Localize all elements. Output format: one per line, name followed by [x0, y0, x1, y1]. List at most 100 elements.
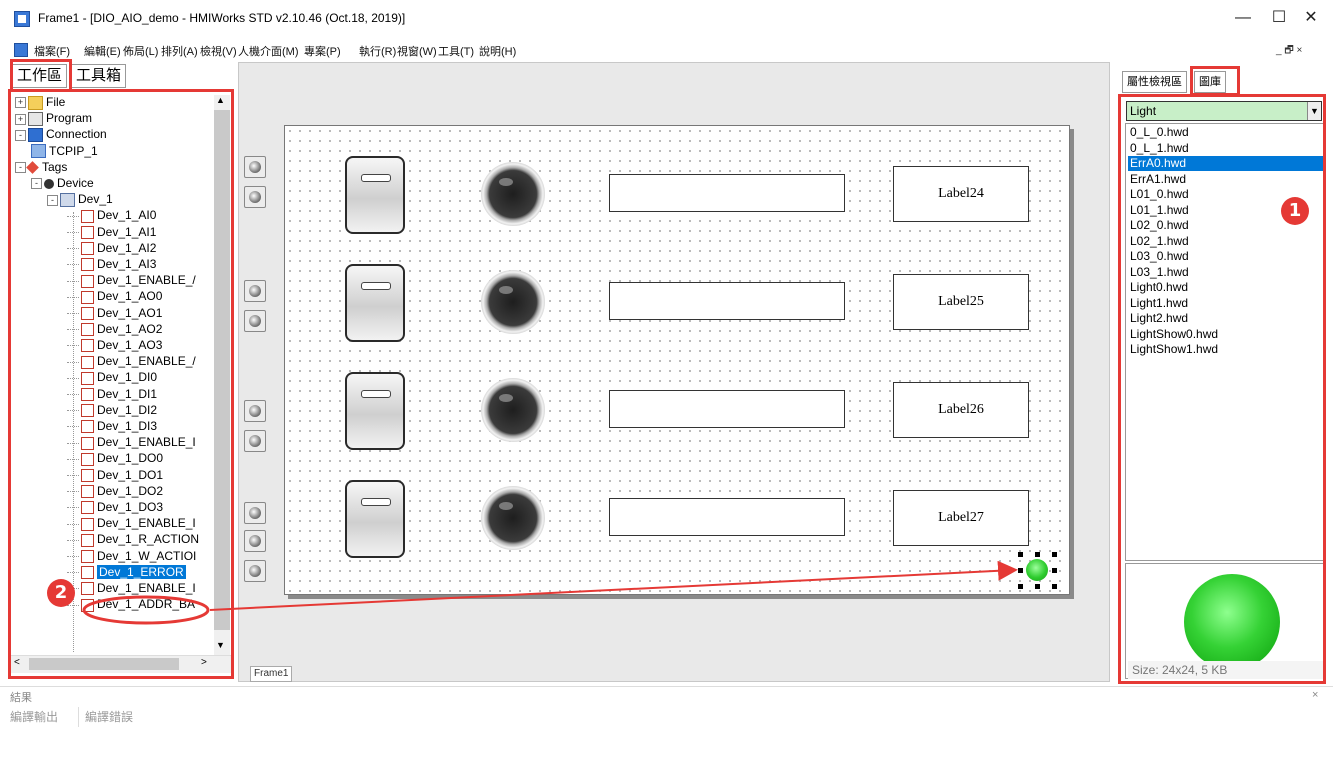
resize-handle[interactable]	[1052, 552, 1057, 557]
mdi-controls[interactable]: _ 🗗 ×	[1276, 43, 1302, 60]
tree-item[interactable]: Dev_1_DO2	[67, 483, 163, 499]
toggle-switch[interactable]	[345, 372, 405, 450]
toggle-switch[interactable]	[345, 480, 405, 558]
tab-build-output[interactable]: 編譯輸出	[10, 707, 58, 727]
tree-item[interactable]: + File	[15, 94, 65, 110]
app-icon[interactable]	[14, 11, 30, 27]
tree-item[interactable]: TCPIP_1	[31, 143, 98, 159]
text-box[interactable]	[609, 390, 845, 428]
resize-handle[interactable]	[1018, 584, 1023, 589]
component-icon[interactable]	[244, 560, 266, 582]
menu-item[interactable]: 佈局(L)	[123, 43, 158, 59]
tab-properties[interactable]: 屬性檢視區	[1122, 71, 1187, 93]
gallery-file-item[interactable]: ErrA1.hwd	[1128, 172, 1323, 187]
tree-item[interactable]: Dev_1_DO3	[67, 499, 163, 515]
tree-item[interactable]: Dev_1_R_ACTION	[67, 531, 199, 547]
gallery-file-item[interactable]: L02_1.hwd	[1128, 234, 1323, 249]
tab-frame1[interactable]: Frame1	[250, 666, 293, 682]
menu-item[interactable]: 檔案(F)	[34, 43, 70, 59]
gallery-file-item[interactable]: 0_L_1.hwd	[1128, 141, 1323, 156]
tab-build-errors[interactable]: 編譯錯誤	[78, 707, 133, 727]
scroll-down-icon[interactable]: ▼	[216, 640, 225, 650]
component-icon[interactable]	[244, 310, 266, 332]
indicator-lamp[interactable]	[481, 486, 545, 550]
menu-item[interactable]: 說明(H)	[479, 43, 516, 59]
expand-icon[interactable]: +	[15, 97, 26, 109]
resize-handle[interactable]	[1018, 568, 1023, 573]
indicator-lamp[interactable]	[481, 162, 545, 226]
tree-item[interactable]: Dev_1_AI2	[67, 240, 156, 256]
gallery-file-item[interactable]: ErrA0.hwd	[1128, 156, 1323, 171]
tree-item[interactable]: Dev_1_ENABLE_/	[67, 272, 196, 288]
gallery-file-item[interactable]: L03_1.hwd	[1128, 265, 1323, 280]
indicator-lamp[interactable]	[481, 270, 545, 334]
tree-horizontal-scroll-thumb[interactable]	[29, 658, 179, 670]
document-icon[interactable]	[14, 43, 28, 57]
tree-item[interactable]: Dev_1_AI0	[67, 207, 156, 223]
tree-item[interactable]: Dev_1_AO1	[67, 305, 162, 321]
scroll-up-icon[interactable]: ▲	[216, 95, 225, 105]
gallery-file-item[interactable]: LightShow1.hwd	[1128, 342, 1323, 357]
menu-item[interactable]: 檢視(V)	[200, 43, 237, 59]
resize-handle[interactable]	[1035, 552, 1040, 557]
scroll-left-icon[interactable]: <	[14, 657, 20, 668]
label-25[interactable]: Label25	[893, 274, 1029, 330]
error-light-component[interactable]	[1026, 559, 1048, 581]
chevron-down-icon[interactable]: ▼	[1307, 102, 1321, 120]
gallery-file-item[interactable]: L03_0.hwd	[1128, 249, 1323, 264]
collapse-icon[interactable]: -	[47, 194, 58, 206]
tree-item[interactable]: Dev_1_DI1	[67, 386, 157, 402]
tree-item[interactable]: - Device	[31, 175, 94, 191]
tree-item[interactable]: Dev_1_ERROR	[67, 564, 186, 580]
tree-item[interactable]: Dev_1_AO3	[67, 337, 162, 353]
tree-item[interactable]: - Connection	[15, 126, 107, 143]
minimize-button[interactable]: —	[1224, 5, 1262, 31]
tree-item[interactable]: Dev_1_ADDR_BA	[67, 596, 195, 612]
results-close-icon[interactable]: ×	[1312, 689, 1318, 701]
collapse-icon[interactable]: -	[15, 129, 26, 141]
gallery-file-item[interactable]: Light1.hwd	[1128, 296, 1323, 311]
gallery-file-item[interactable]: LightShow0.hwd	[1128, 327, 1323, 342]
component-icon[interactable]	[244, 530, 266, 552]
tree-item[interactable]: Dev_1_DI2	[67, 402, 157, 418]
tree-item[interactable]: Dev_1_ENABLE_I	[67, 515, 196, 531]
component-icon[interactable]	[244, 280, 266, 302]
label-27[interactable]: Label27	[893, 490, 1029, 546]
gallery-file-item[interactable]: Light0.hwd	[1128, 280, 1323, 295]
resize-handle[interactable]	[1052, 568, 1057, 573]
menu-item[interactable]: 人機介面(M)	[238, 43, 299, 59]
tree-item[interactable]: Dev_1_W_ACTIOI	[67, 548, 196, 564]
indicator-lamp[interactable]	[481, 378, 545, 442]
tree-item[interactable]: + Program	[15, 110, 92, 127]
tree-item[interactable]: Dev_1_ENABLE_I	[67, 580, 196, 596]
text-box[interactable]	[609, 174, 845, 212]
menu-item[interactable]: 編輯(E)	[84, 43, 121, 59]
component-icon[interactable]	[244, 186, 266, 208]
menu-item[interactable]: 排列(A)	[161, 43, 198, 59]
tree-item[interactable]: Dev_1_DI3	[67, 418, 157, 434]
resize-handle[interactable]	[1018, 552, 1023, 557]
hmi-frame-canvas[interactable]: Label24 Label25 Label26 Label27	[284, 125, 1070, 595]
gallery-file-item[interactable]: 0_L_0.hwd	[1128, 125, 1323, 140]
component-icon[interactable]	[244, 502, 266, 524]
resize-handle[interactable]	[1035, 584, 1040, 589]
tree-item[interactable]: Dev_1_AI3	[67, 256, 156, 272]
scroll-right-icon[interactable]: >	[201, 657, 207, 668]
category-select[interactable]: Light	[1126, 101, 1322, 121]
text-box[interactable]	[609, 498, 845, 536]
menu-item[interactable]: 視窗(W)	[397, 43, 437, 59]
menu-item[interactable]: 執行(R)	[359, 43, 396, 59]
expand-icon[interactable]: +	[15, 113, 26, 125]
tree-item[interactable]: Dev_1_ENABLE_/	[67, 353, 196, 369]
tree-item[interactable]: - Dev_1	[47, 191, 113, 208]
component-icon[interactable]	[244, 156, 266, 178]
tree-item[interactable]: Dev_1_ENABLE_I	[67, 434, 196, 450]
close-button[interactable]: ✕	[1292, 5, 1330, 31]
component-icon[interactable]	[244, 430, 266, 452]
menu-item[interactable]: 工具(T)	[438, 43, 474, 59]
label-26[interactable]: Label26	[893, 382, 1029, 438]
collapse-icon[interactable]: -	[31, 178, 42, 190]
text-box[interactable]	[609, 282, 845, 320]
toggle-switch[interactable]	[345, 156, 405, 234]
tab-toolbox[interactable]: 工具箱	[72, 64, 127, 88]
